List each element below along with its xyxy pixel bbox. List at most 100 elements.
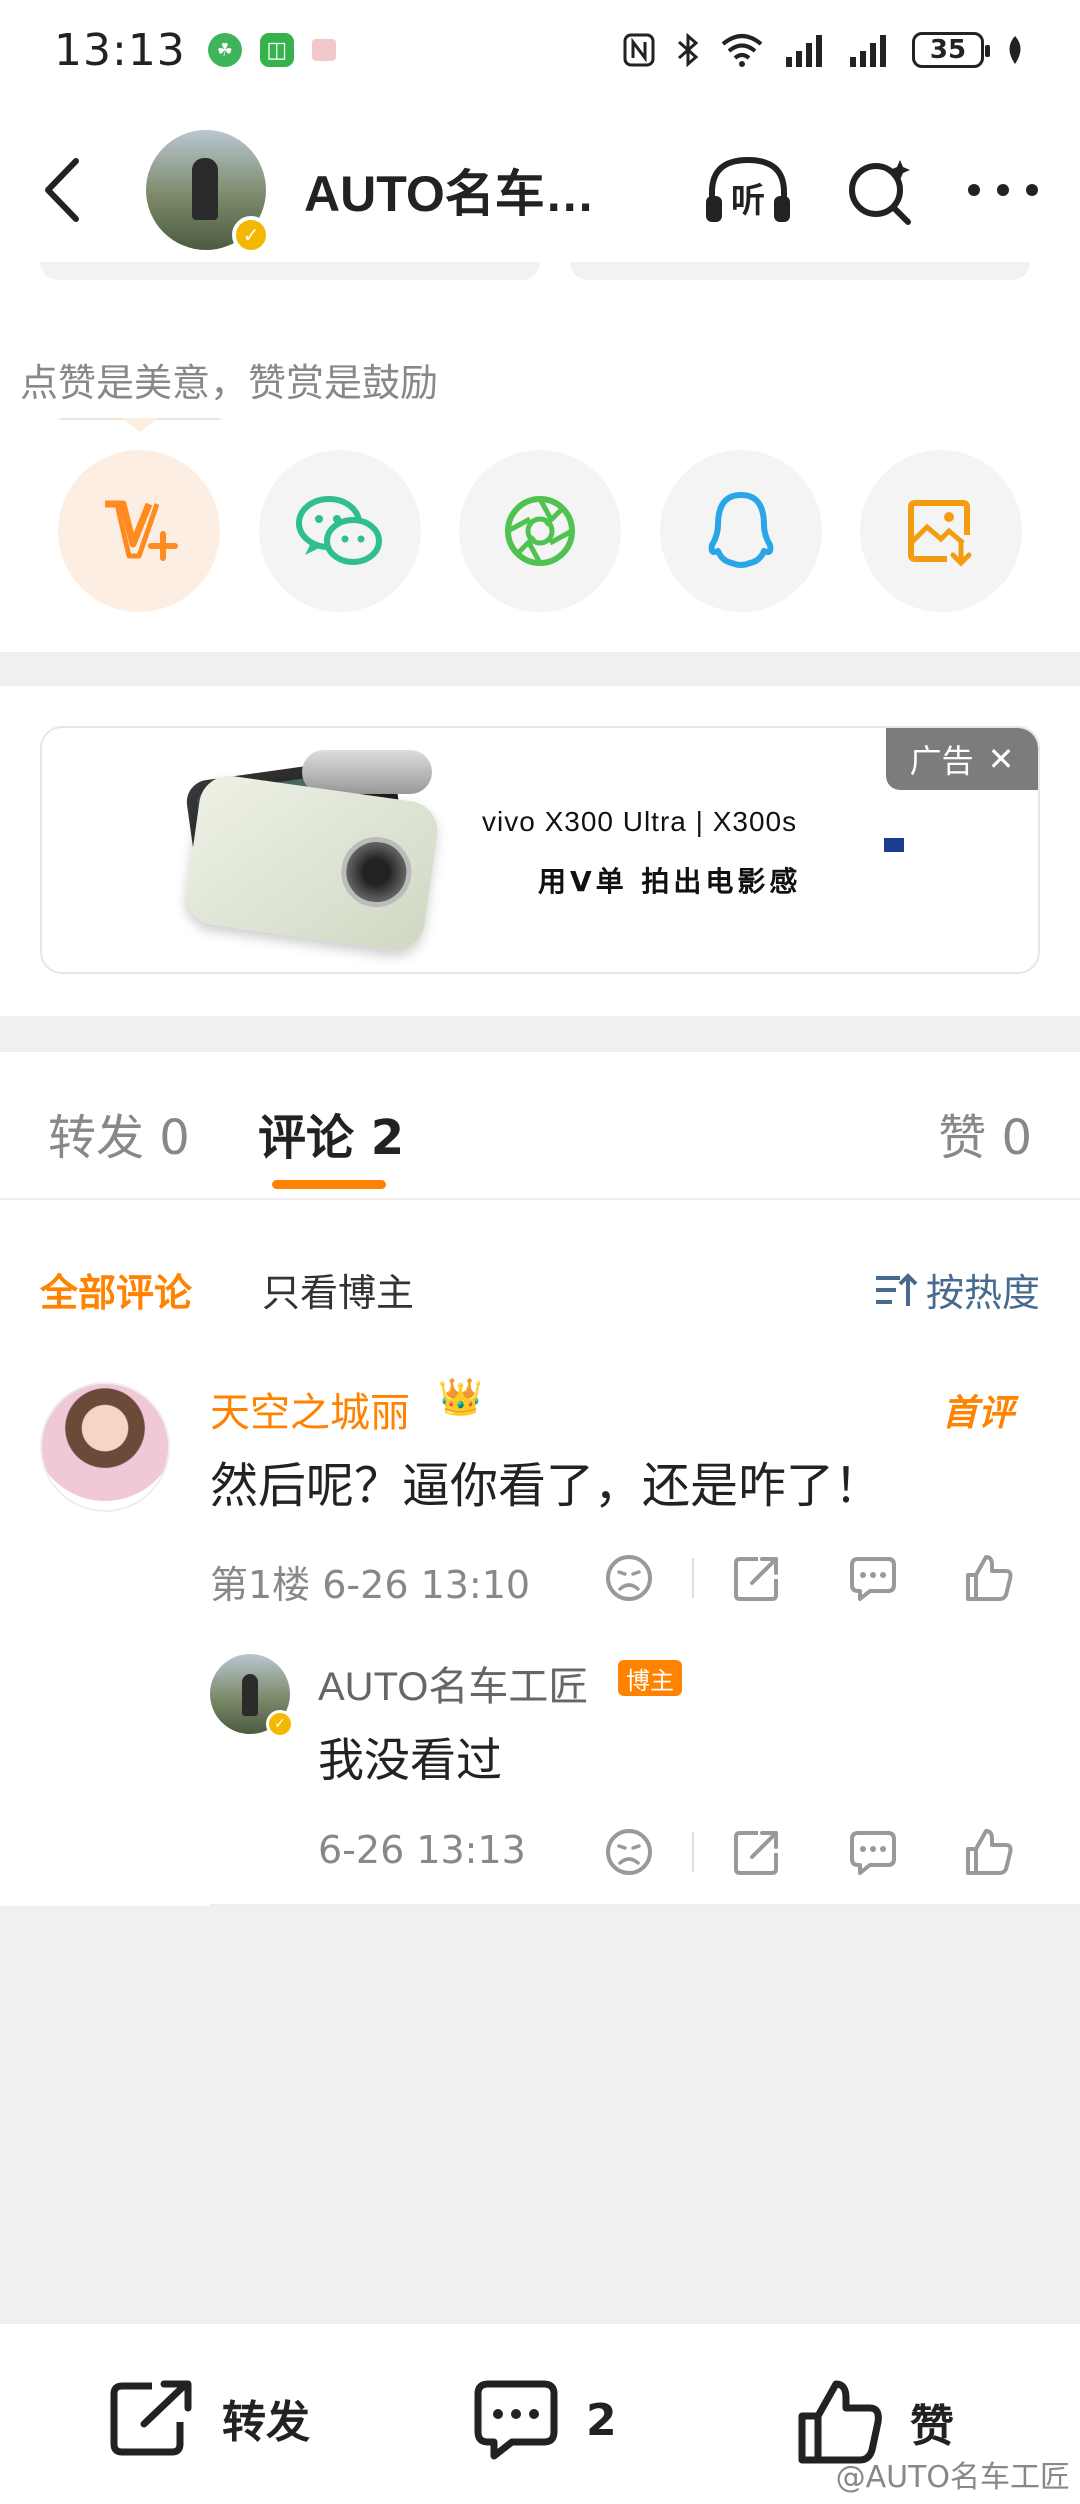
repost-label: 转发 <box>222 2397 310 2448</box>
share-moments-button[interactable] <box>459 450 621 612</box>
previous-card-edge-2 <box>570 262 1030 280</box>
red-app-icon <box>311 39 336 61</box>
save-image-button[interactable] <box>860 450 1022 612</box>
repost-icon <box>110 2380 192 2456</box>
more-icon[interactable] <box>966 180 1040 200</box>
verified-badge-icon: ✓ <box>232 216 270 254</box>
share-wechat-button[interactable] <box>258 450 421 612</box>
dislike-button[interactable] <box>594 1822 664 1882</box>
ad-lens-image <box>302 750 432 794</box>
bottom-action-bar: 转发 2 赞 @AUTO名车工匠 <box>0 2324 1080 2504</box>
like-reply-button[interactable] <box>954 1822 1024 1882</box>
page-title[interactable]: AUTO名车… <box>304 154 595 226</box>
ad-tag-label: 广告 <box>909 742 974 780</box>
reply-author-avatar[interactable]: ✓ <box>210 1654 294 1738</box>
nfc-icon <box>623 33 655 67</box>
commenter-avatar[interactable] <box>40 1382 170 1512</box>
moments-icon <box>505 496 575 566</box>
nav-actions: 听 <box>702 152 1040 228</box>
ad-brand-text: vivo X300 Ultra | X300s <box>482 806 798 837</box>
reply-comment-button[interactable] <box>838 1548 908 1608</box>
blogger-badge: 博主 <box>618 1660 682 1696</box>
listen-icon[interactable]: 听 <box>702 152 794 228</box>
dislike-face-icon <box>606 1829 652 1875</box>
status-right-icons: 35 <box>622 32 1026 68</box>
sort-label: 按热度 <box>925 1271 1040 1315</box>
qq-icon <box>708 492 773 568</box>
ad-banner[interactable]: vivo X300 Ultra | X300s 用V单 拍出电影感 广告 ✕ <box>40 726 1040 974</box>
watermark: @AUTO名车工匠 <box>835 2460 1070 2495</box>
save-image-icon <box>908 500 972 567</box>
section-gap-2 <box>0 1016 1080 1052</box>
thumbs-up-icon <box>966 1829 1013 1875</box>
close-icon[interactable]: ✕ <box>988 740 1015 778</box>
tab-bar: 转发 0 评论 2 赞 0 <box>0 1052 1080 1198</box>
tab-reposts[interactable]: 转发 0 <box>48 1098 190 1168</box>
reply-meta: 6-26 13:13 <box>318 1828 526 1872</box>
prompt-caret <box>122 418 158 432</box>
share-icon <box>734 1831 778 1875</box>
share-row <box>58 450 1022 612</box>
reward-prompt: 点赞是美意，赞赏是鼓励 <box>20 361 439 405</box>
v-plus-icon <box>105 500 178 561</box>
svg-text:听: 听 <box>731 181 765 221</box>
repost-comment-button[interactable] <box>722 1548 792 1608</box>
ad-phone-image <box>182 772 442 954</box>
share-icon <box>734 1557 778 1601</box>
tab-divider <box>0 1198 1080 1200</box>
leaf-app-icon: ☘ <box>207 33 242 67</box>
verified-badge-icon: ✓ <box>266 1710 294 1738</box>
status-time: 13:13 <box>54 24 186 76</box>
comment-icon <box>474 2380 558 2460</box>
action-separator <box>692 1832 694 1872</box>
dislike-button[interactable] <box>594 1548 664 1608</box>
repost-button[interactable]: 转发 <box>108 2378 310 2458</box>
like-comment-button[interactable] <box>954 1548 1024 1608</box>
comment-actions <box>594 1548 1024 1608</box>
grid-app-icon: ◫ <box>259 33 294 67</box>
reply-actions <box>594 1822 1024 1882</box>
ad-close-tag[interactable]: 广告 ✕ <box>886 728 1038 790</box>
first-comment-badge: 首评 <box>941 1393 1014 1434</box>
sort-icon <box>875 1272 918 1306</box>
comment-count: 2 <box>586 2394 617 2446</box>
tab-comments[interactable]: 评论 2 <box>258 1098 404 1168</box>
signal-icon-2 <box>850 35 886 67</box>
comment-icon <box>850 1557 896 1601</box>
author-avatar[interactable]: ✓ <box>146 130 270 254</box>
reply-author-name[interactable]: AUTO名车工匠 <box>318 1654 588 1712</box>
leaf-icon <box>1009 36 1021 64</box>
nav-bar: ✓ AUTO名车… 听 <box>0 120 1080 260</box>
sort-by-heat-button[interactable]: 按热度 <box>874 1262 1040 1317</box>
filter-blogger-only[interactable]: 只看博主 <box>262 1262 414 1317</box>
crown-badge-icon: 👑 <box>438 1377 483 1418</box>
thumbs-up-icon <box>966 1555 1013 1601</box>
like-label: 赞 <box>910 2401 954 2452</box>
status-bar: 13:13 ☘ ◫ 35 <box>0 0 1080 100</box>
share-qq-button[interactable] <box>659 450 822 612</box>
avatar-figure <box>192 158 218 220</box>
comment-text: 然后呢？逼你看了，还是咋了！ <box>210 1458 883 1514</box>
dislike-face-icon <box>606 1555 652 1601</box>
repost-reply-button[interactable] <box>722 1822 792 1882</box>
battery-indicator: 35 <box>912 32 990 68</box>
action-separator <box>692 1558 694 1598</box>
search-icon[interactable] <box>844 154 916 226</box>
section-gap <box>0 652 1080 686</box>
zeiss-logo-icon <box>884 838 904 852</box>
back-icon[interactable] <box>40 155 84 225</box>
comment-button[interactable]: 2 <box>472 2378 617 2462</box>
reward-v-plus-button[interactable] <box>58 450 220 612</box>
ad-slogan: 用V单 拍出电影感 <box>538 865 802 898</box>
reply-to-reply-button[interactable] <box>838 1822 908 1882</box>
empty-comment-area <box>0 1906 1080 2324</box>
previous-card-edge <box>40 262 540 280</box>
commenter-name[interactable]: 天空之城丽 <box>210 1380 410 1438</box>
wechat-icon <box>295 496 382 565</box>
reply-text: 我没看过 <box>318 1733 502 1787</box>
tab-likes[interactable]: 赞 0 <box>938 1098 1032 1168</box>
avatar-figure <box>242 1674 258 1716</box>
bluetooth-icon <box>678 32 699 68</box>
status-app-icons: ☘ ◫ <box>207 33 336 67</box>
filter-all-comments[interactable]: 全部评论 <box>40 1262 192 1317</box>
